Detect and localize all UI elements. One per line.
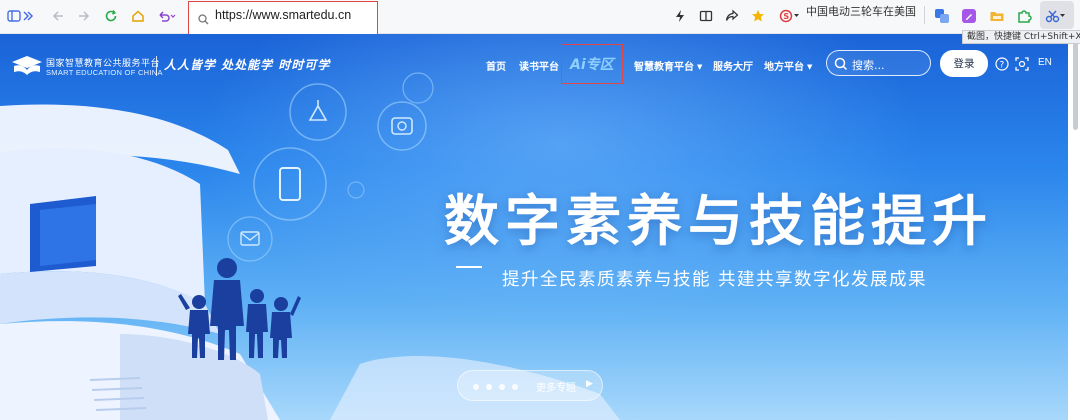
site-search-box[interactable]: 搜索... [826,50,931,76]
url-text: https://www.smartedu.cn [215,8,352,22]
address-bar[interactable]: https://www.smartedu.cn [188,1,378,35]
double-chevron-right-icon[interactable] [16,4,40,28]
site-slogan: 人人皆学 处处能学 时时可学 [164,58,331,72]
nav-local-label: 地方平台 [764,62,804,73]
site-navbar: 国家智慧教育公共服务平台 SMART EDUCATION OF CHINA 人人… [0,34,1080,92]
edit-icon[interactable] [957,4,981,28]
browser-toolbar: https://www.smartedu.cn S 中国电动三轮车在美国 [0,0,1080,35]
hanger-icon [308,100,328,121]
phone-icon [279,167,301,201]
home-icon[interactable] [126,4,150,28]
nav-local-platform[interactable]: 地方平台 ▼ [764,58,812,73]
mail-icon [240,231,260,246]
search-icon [834,56,848,75]
carousel-dot[interactable] [473,384,479,390]
forward-icon[interactable] [72,4,96,28]
carousel-controls: 更多专题 ▶ [457,370,603,401]
svg-text:?: ? [1000,61,1005,71]
back-icon[interactable] [46,4,70,28]
translate-icon[interactable] [930,4,954,28]
carousel-dot-active[interactable] [486,384,492,390]
page-scrollbar[interactable] [1073,40,1078,130]
toolbar-separator [924,6,925,24]
puzzle-icon[interactable] [1012,4,1036,28]
hero-subtitle-dash [456,266,482,268]
reader-icon[interactable] [694,4,718,28]
carousel-dot[interactable] [499,384,505,390]
lightning-icon[interactable] [668,4,692,28]
help-icon[interactable]: ? [995,56,1009,75]
nav-smart-edu-label: 智慧教育平台 [634,62,694,73]
logo-divider [156,56,157,76]
star-icon[interactable] [746,4,770,28]
scissors-icon[interactable] [1044,4,1068,28]
screen: https://www.smartedu.cn S 中国电动三轮车在美国 截图，… [0,0,1080,420]
screenshot-tooltip: 截图，快捷键 Ctrl+Shift+X [962,30,1080,44]
camera-icon [391,117,413,135]
nav-ai-zone[interactable]: Ai专区 [570,54,614,74]
undo-icon[interactable] [154,4,178,28]
nav-home[interactable]: 首页 [486,58,506,73]
nav-service-hall[interactable]: 服务大厅 [713,58,753,73]
news-ticker[interactable]: 中国电动三轮车在美国 [806,3,918,19]
carousel-dot[interactable] [512,384,518,390]
caret-down-icon: ▼ [807,63,813,71]
login-button[interactable]: 登录 [940,50,988,77]
search-icon [198,10,209,29]
hero-title: 数字素养与技能提升 [444,189,994,253]
hero-subtitle: 提升全民素质素养与技能 共建共享数字化发展成果 [502,270,928,290]
reload-icon[interactable] [99,4,123,28]
more-topics-link[interactable]: 更多专题 [536,379,576,394]
sogou-icon[interactable]: S [778,4,802,28]
play-arrow-icon[interactable]: ▶ [586,379,593,389]
nav-reading-platform[interactable]: 读书平台 [519,58,559,73]
logo-name-en[interactable]: SMART EDUCATION OF CHINA [46,68,163,77]
site-hero: 国家智慧教育公共服务平台 SMART EDUCATION OF CHINA 人人… [0,34,1080,420]
nav-smart-edu-platform[interactable]: 智慧教育平台 ▼ [634,58,702,73]
scan-icon[interactable] [1015,56,1029,75]
share-icon[interactable] [720,4,744,28]
svg-text:S: S [783,12,789,21]
caret-down-icon: ▼ [697,63,703,71]
folder-icon[interactable] [985,4,1009,28]
search-placeholder: 搜索... [852,59,885,72]
logo-book-icon[interactable] [10,54,44,80]
language-toggle[interactable]: EN [1038,57,1052,68]
